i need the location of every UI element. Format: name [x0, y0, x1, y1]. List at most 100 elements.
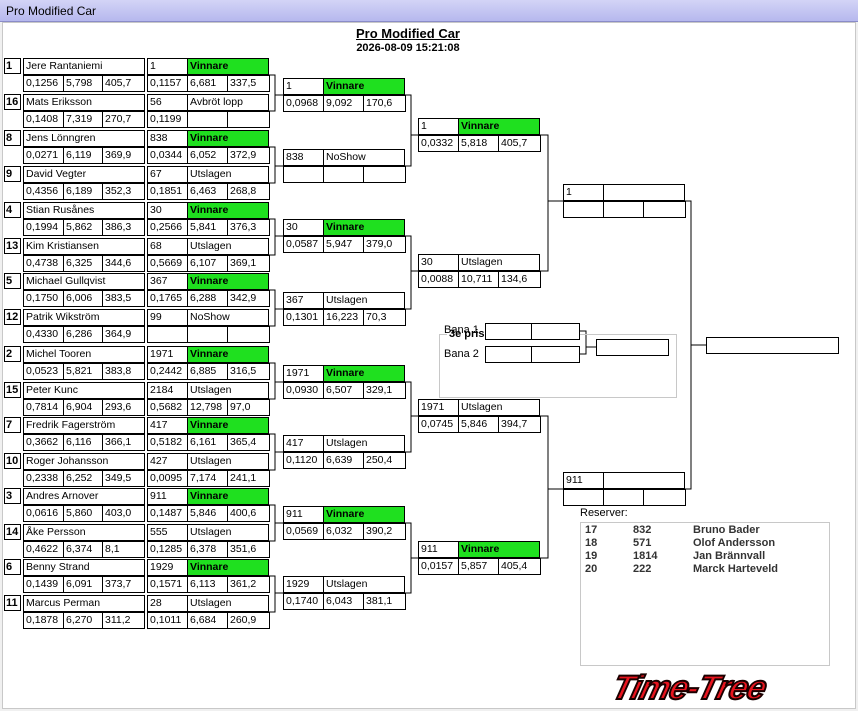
- driver-stats-cell[interactable]: 6,119: [64, 147, 103, 164]
- race-stats-cell[interactable]: 0,1487: [147, 505, 188, 522]
- driver-name[interactable]: David Vegter: [23, 166, 145, 183]
- car-number[interactable]: 2184: [147, 382, 188, 399]
- third-lane-1-car[interactable]: [485, 323, 532, 340]
- race-stats-cell[interactable]: 400,6: [228, 505, 270, 522]
- qf-stats-cell[interactable]: 6,032: [324, 523, 364, 540]
- qf-stats-cell[interactable]: 0,0968: [283, 95, 324, 112]
- result-status[interactable]: Utslagen: [187, 453, 269, 470]
- driver-stats-cell[interactable]: 344,6: [103, 255, 145, 272]
- driver-stats-cell[interactable]: 373,7: [103, 576, 145, 593]
- race-stats-cell[interactable]: 5,846: [188, 505, 228, 522]
- driver-stats-cell[interactable]: 0,1408: [23, 111, 64, 128]
- race-stats-cell[interactable]: 376,3: [228, 219, 270, 236]
- race-stats-cell[interactable]: 6,161: [188, 434, 228, 451]
- sf-stats-cell[interactable]: 405,7: [499, 135, 541, 152]
- qf-result[interactable]: Vinnare: [323, 78, 405, 95]
- driver-stats-cell[interactable]: 383,8: [103, 363, 145, 380]
- car-number[interactable]: 99: [147, 309, 188, 326]
- race-stats-cell[interactable]: 6,378: [188, 541, 228, 558]
- race-stats-cell[interactable]: 12,798: [188, 399, 228, 416]
- sf-car-number[interactable]: 1: [418, 118, 459, 135]
- final-result[interactable]: [603, 472, 685, 489]
- driver-stats-cell[interactable]: 5,860: [64, 505, 103, 522]
- race-stats-cell[interactable]: 337,5: [228, 75, 270, 92]
- driver-stats-cell[interactable]: 349,5: [103, 470, 145, 487]
- driver-name[interactable]: Patrik Wikström: [23, 309, 145, 326]
- result-status[interactable]: Utslagen: [187, 166, 269, 183]
- car-number[interactable]: 367: [147, 273, 188, 290]
- driver-name[interactable]: Jens Lönngren: [23, 130, 145, 147]
- result-winner[interactable]: Vinnare: [187, 559, 269, 576]
- qf-stats-cell[interactable]: [364, 166, 406, 183]
- race-stats-cell[interactable]: 361,2: [228, 576, 270, 593]
- result-winner[interactable]: Vinnare: [187, 346, 269, 363]
- driver-name[interactable]: Andres Arnover: [23, 488, 145, 505]
- driver-name[interactable]: Benny Strand: [23, 559, 145, 576]
- driver-stats-cell[interactable]: 0,1878: [23, 612, 64, 629]
- third-place-winner[interactable]: [596, 339, 669, 356]
- final-stats-cell[interactable]: [604, 489, 644, 506]
- qf-car-number[interactable]: 30: [283, 219, 324, 236]
- driver-stats-cell[interactable]: 0,0523: [23, 363, 64, 380]
- race-stats-cell[interactable]: 365,4: [228, 434, 270, 451]
- driver-name[interactable]: Marcus Perman: [23, 595, 145, 612]
- race-stats-cell[interactable]: 316,5: [228, 363, 270, 380]
- sf-stats-cell[interactable]: 0,0332: [418, 135, 459, 152]
- car-number[interactable]: 427: [147, 453, 188, 470]
- race-stats-cell[interactable]: [188, 111, 228, 128]
- qf-result[interactable]: Vinnare: [323, 506, 405, 523]
- driver-stats-cell[interactable]: 6,904: [64, 399, 103, 416]
- car-number[interactable]: 1: [147, 58, 188, 75]
- race-stats-cell[interactable]: 0,1851: [147, 183, 188, 200]
- sf-stats-cell[interactable]: 0,0088: [418, 271, 459, 288]
- race-stats-cell[interactable]: 6,463: [188, 183, 228, 200]
- driver-stats-cell[interactable]: 0,2338: [23, 470, 64, 487]
- result-winner[interactable]: Vinnare: [187, 273, 269, 290]
- qf-car-number[interactable]: 1929: [283, 576, 324, 593]
- qf-stats-cell[interactable]: 16,223: [324, 309, 364, 326]
- qf-result[interactable]: Utslagen: [323, 292, 405, 309]
- driver-stats-cell[interactable]: 369,9: [103, 147, 145, 164]
- race-stats-cell[interactable]: 6,885: [188, 363, 228, 380]
- sf-stats-cell[interactable]: 5,857: [459, 558, 499, 575]
- qf-car-number[interactable]: 417: [283, 435, 324, 452]
- car-number[interactable]: 68: [147, 238, 188, 255]
- sf-car-number[interactable]: 1971: [418, 399, 459, 416]
- driver-stats-cell[interactable]: 293,6: [103, 399, 145, 416]
- driver-stats-cell[interactable]: 7,319: [64, 111, 103, 128]
- qf-stats-cell[interactable]: 381,1: [364, 593, 406, 610]
- result-status[interactable]: NoShow: [187, 309, 269, 326]
- result-status[interactable]: Utslagen: [187, 238, 269, 255]
- sf-car-number[interactable]: 911: [418, 541, 459, 558]
- race-stats-cell[interactable]: 0,1285: [147, 541, 188, 558]
- qf-result[interactable]: Utslagen: [323, 435, 405, 452]
- race-stats-cell[interactable]: 0,0344: [147, 147, 188, 164]
- race-stats-cell[interactable]: 6,107: [188, 255, 228, 272]
- driver-stats-cell[interactable]: 0,1750: [23, 290, 64, 307]
- champion-cell[interactable]: [706, 337, 839, 354]
- driver-name[interactable]: Åke Persson: [23, 524, 145, 541]
- qf-car-number[interactable]: 838: [283, 149, 324, 166]
- qf-stats-cell[interactable]: 9,092: [324, 95, 364, 112]
- qf-stats-cell[interactable]: 390,2: [364, 523, 406, 540]
- qf-stats-cell[interactable]: 250,4: [364, 452, 406, 469]
- race-stats-cell[interactable]: 0,1011: [147, 612, 188, 629]
- qf-stats-cell[interactable]: 0,1740: [283, 593, 324, 610]
- car-number[interactable]: 56: [147, 94, 188, 111]
- final-stats-cell[interactable]: [563, 201, 604, 218]
- race-stats-cell[interactable]: 0,1157: [147, 75, 188, 92]
- driver-name[interactable]: Kim Kristiansen: [23, 238, 145, 255]
- driver-stats-cell[interactable]: 5,862: [64, 219, 103, 236]
- qf-result[interactable]: Utslagen: [323, 576, 405, 593]
- race-stats-cell[interactable]: [147, 326, 188, 343]
- third-lane-1-result[interactable]: [531, 323, 580, 340]
- driver-name[interactable]: Mats Eriksson: [23, 94, 145, 111]
- driver-name[interactable]: Jere Rantaniemi: [23, 58, 145, 75]
- qf-stats-cell[interactable]: 0,0930: [283, 382, 324, 399]
- driver-stats-cell[interactable]: 0,7814: [23, 399, 64, 416]
- race-stats-cell[interactable]: 369,1: [228, 255, 270, 272]
- third-lane-2-result[interactable]: [531, 346, 580, 363]
- car-number[interactable]: 838: [147, 130, 188, 147]
- driver-stats-cell[interactable]: 6,270: [64, 612, 103, 629]
- race-stats-cell[interactable]: 6,052: [188, 147, 228, 164]
